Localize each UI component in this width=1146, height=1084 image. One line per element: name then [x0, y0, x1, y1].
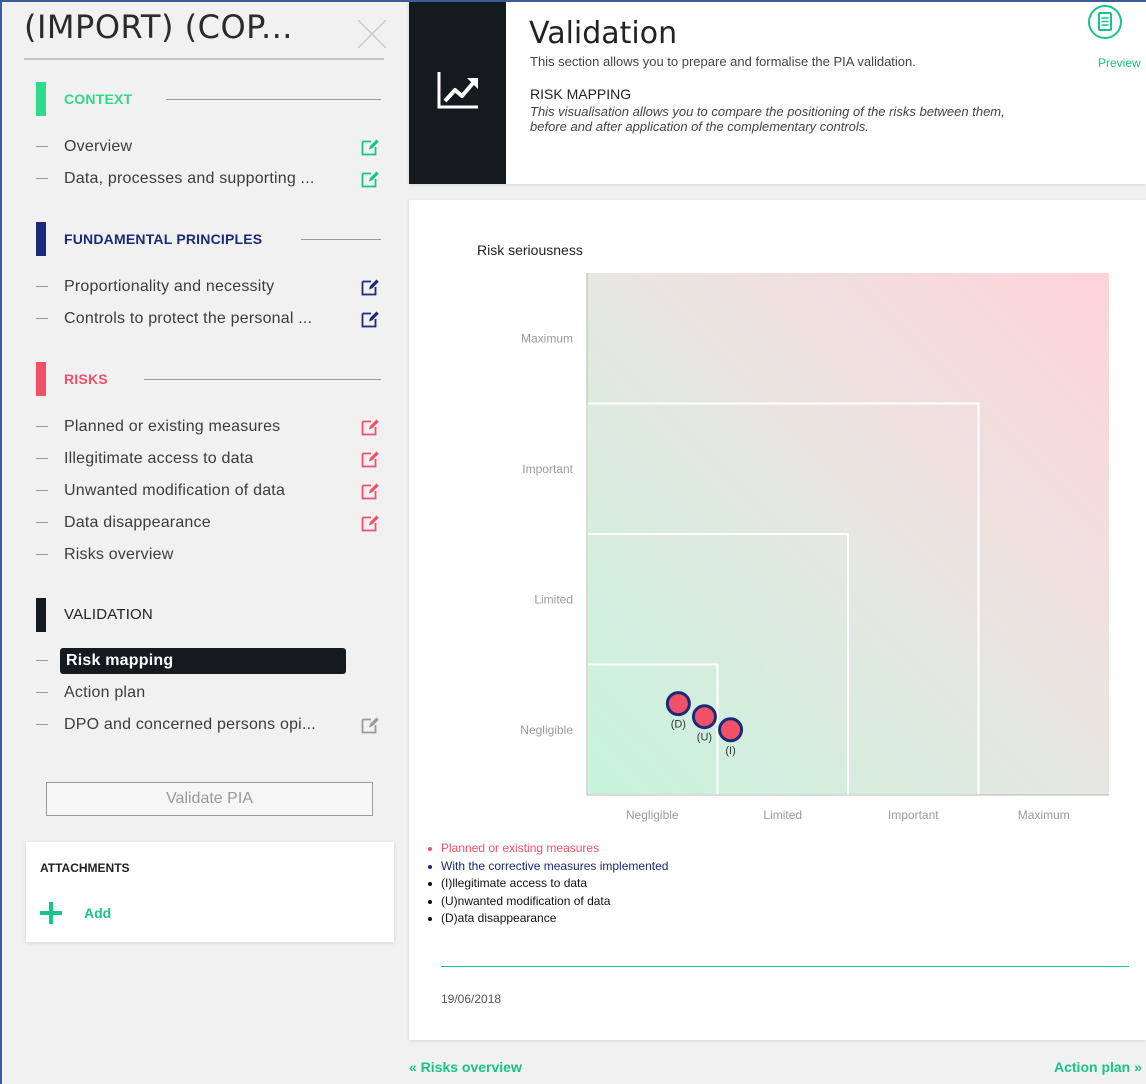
sidebar-item-label: Risks overview	[64, 546, 174, 563]
section-color-bar	[36, 222, 46, 256]
legend-item: (U)nwanted modification of data	[427, 893, 668, 911]
sidebar-item-controls[interactable]: Controls to protect the personal ...	[36, 306, 384, 332]
attachments-title: ATTACHMENTS	[40, 861, 130, 875]
legend-item: With the corrective measures implemented	[427, 858, 668, 876]
section-description: This visualisation allows you to compare…	[530, 104, 1005, 134]
sidebar-item-label: Planned or existing measures	[64, 418, 281, 435]
section-label: VALIDATION	[64, 606, 153, 623]
legend-item: (I)llegitimate access to data	[427, 875, 668, 893]
preview-link[interactable]: Preview	[1098, 56, 1141, 70]
sidebar-item-label: Unwanted modification of data	[64, 482, 286, 499]
section-color-bar	[36, 82, 46, 116]
x-tick-label: Maximum	[1018, 808, 1070, 822]
sidebar-item-label: Proportionality and necessity	[64, 278, 275, 295]
sidebar-item-data-disappearance[interactable]: Data disappearance	[36, 510, 384, 536]
section-context: CONTEXT	[36, 82, 381, 116]
section-validation: VALIDATION	[36, 598, 381, 632]
section-label: CONTEXT	[64, 91, 133, 107]
x-tick-label: Limited	[763, 808, 802, 822]
divider	[441, 966, 1129, 967]
y-tick-label: Maximum	[521, 331, 573, 345]
x-tick-label: Negligible	[626, 808, 679, 822]
sidebar: (IMPORT) (COP... CONTEXT Overview Data, …	[2, 0, 402, 1084]
y-tick-label: Important	[522, 462, 573, 476]
sidebar-item-planned-measures[interactable]: Planned or existing measures	[36, 414, 384, 440]
risk-map-card: Risk seriousness Negligible Limited Import…	[409, 200, 1146, 1040]
risk-map-chart: Risk seriousness Negligible Limited Import…	[477, 242, 1109, 822]
sidebar-item-risk-mapping[interactable]: Risk mapping	[36, 648, 384, 674]
plus-icon[interactable]	[40, 902, 62, 924]
section-color-bar	[36, 362, 46, 396]
edit-icon[interactable]	[360, 481, 380, 501]
risk-point[interactable]	[691, 704, 717, 730]
add-attachment-link[interactable]: Add	[84, 905, 111, 921]
sidebar-item-risks-overview[interactable]: Risks overview	[36, 542, 384, 568]
sidebar-item-overview[interactable]: Overview	[36, 134, 384, 160]
section-label: FUNDAMENTAL PRINCIPLES	[64, 231, 263, 247]
risk-point-label: (I)	[725, 745, 735, 757]
sidebar-item-label: Data disappearance	[64, 514, 211, 531]
sidebar-item-label: Action plan	[64, 684, 146, 701]
y-axis-label: Risk seriousness	[477, 242, 583, 258]
edit-icon[interactable]	[360, 417, 380, 437]
section-header-card: Validation This section allows you to pr…	[409, 0, 1146, 184]
validate-pia-button[interactable]: Validate PIA	[46, 782, 373, 816]
legend-item: Planned or existing measures	[427, 840, 668, 858]
pia-title: (IMPORT) (COP...	[24, 4, 384, 60]
edit-icon[interactable]	[360, 277, 380, 297]
section-icon-box	[409, 0, 506, 184]
sidebar-item-dpo-opinion[interactable]: DPO and concerned persons opi...	[36, 712, 384, 738]
edit-icon[interactable]	[360, 309, 380, 329]
y-tick-label: Negligible	[520, 723, 573, 737]
risk-point-label: (U)	[697, 732, 712, 744]
chart-date: 19/06/2018	[441, 992, 502, 1006]
sidebar-item-unwanted-modification[interactable]: Unwanted modification of data	[36, 478, 384, 504]
section-label: RISKS	[64, 371, 108, 387]
edit-icon[interactable]	[360, 137, 380, 157]
legend-item: (D)ata disappearance	[427, 910, 668, 928]
risk-point-label: (D)	[671, 719, 686, 731]
section-fundamental-principles: FUNDAMENTAL PRINCIPLES	[36, 222, 381, 256]
sidebar-item-label: Risk mapping	[66, 652, 174, 669]
section-risks: RISKS	[36, 362, 381, 396]
edit-icon[interactable]	[360, 513, 380, 533]
sidebar-item-label: DPO and concerned persons opi...	[64, 716, 316, 733]
x-tick-labels: Negligible Limited Important Maximum	[626, 808, 1070, 822]
sidebar-item-illegitimate-access[interactable]: Illegitimate access to data	[36, 446, 384, 472]
x-tick-label: Important	[888, 808, 939, 822]
trend-chart-icon	[437, 72, 478, 109]
sidebar-item-action-plan[interactable]: Action plan	[36, 680, 384, 706]
section-color-bar	[36, 598, 46, 632]
risk-point[interactable]	[665, 691, 691, 717]
attachments-panel: ATTACHMENTS Add	[26, 842, 394, 942]
chart-legend: Planned or existing measures With the cor…	[427, 840, 668, 928]
edit-icon[interactable]	[360, 169, 380, 189]
edit-icon[interactable]	[360, 715, 380, 735]
close-icon[interactable]	[352, 14, 392, 54]
next-action-plan-link[interactable]: Action plan »	[1054, 1059, 1142, 1075]
section-title: RISK MAPPING	[530, 86, 632, 102]
sidebar-item-label: Data, processes and supporting ...	[64, 170, 315, 187]
preview-icon[interactable]	[1087, 4, 1123, 40]
edit-icon[interactable]	[360, 449, 380, 469]
sidebar-item-label: Controls to protect the personal ...	[64, 310, 313, 327]
sidebar-item-label: Overview	[64, 138, 133, 155]
sidebar-item-label: Illegitimate access to data	[64, 450, 254, 467]
page-subtitle: This section allows you to prepare and f…	[530, 54, 916, 69]
risk-point[interactable]	[718, 717, 744, 743]
page-title: Validation	[529, 16, 678, 51]
y-tick-labels: Negligible Limited Important Maximum	[520, 331, 573, 737]
prev-risks-overview-link[interactable]: « Risks overview	[409, 1059, 522, 1075]
y-tick-label: Limited	[534, 592, 573, 606]
sidebar-item-proportionality[interactable]: Proportionality and necessity	[36, 274, 384, 300]
sidebar-item-data-processes[interactable]: Data, processes and supporting ...	[36, 166, 384, 192]
